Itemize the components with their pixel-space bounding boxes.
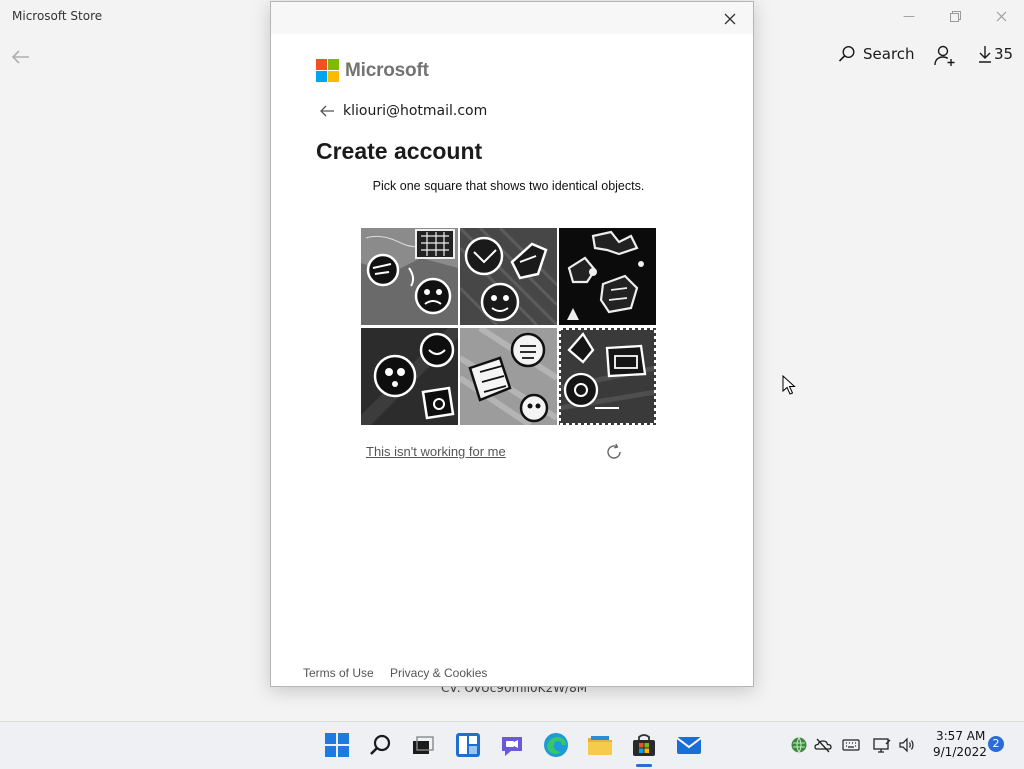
captcha-tile-2[interactable] bbox=[460, 228, 557, 325]
search-icon[interactable] bbox=[368, 732, 394, 758]
mouse-cursor-icon bbox=[782, 374, 796, 395]
search-button[interactable]: Search bbox=[838, 45, 915, 63]
microsoft-logo: Microsoft bbox=[316, 59, 429, 82]
search-label: Search bbox=[863, 45, 915, 63]
active-app-indicator bbox=[636, 764, 652, 767]
store-icon[interactable] bbox=[631, 732, 657, 758]
captcha-tile-5[interactable] bbox=[460, 328, 557, 425]
chat-icon[interactable] bbox=[499, 732, 525, 758]
downloads-count: 35 bbox=[994, 45, 1014, 63]
notification-badge[interactable]: 2 bbox=[988, 736, 1004, 752]
terms-of-use-link[interactable]: Terms of Use bbox=[303, 666, 374, 680]
add-account-icon[interactable] bbox=[933, 44, 957, 68]
dialog-title-bar bbox=[271, 2, 753, 34]
search-icon bbox=[838, 45, 855, 62]
refresh-icon[interactable] bbox=[604, 442, 624, 462]
volume-icon[interactable] bbox=[898, 736, 916, 754]
identity-email: kliouri@hotmail.com bbox=[343, 103, 488, 119]
captcha-tile-4[interactable] bbox=[361, 328, 458, 425]
identity-banner[interactable]: kliouri@hotmail.com bbox=[319, 103, 487, 119]
minimize-icon[interactable]: — bbox=[897, 6, 921, 26]
restore-icon[interactable] bbox=[943, 6, 967, 26]
dialog-close-icon[interactable] bbox=[719, 8, 741, 30]
clock-date[interactable]: 9/1/2022 bbox=[933, 745, 987, 759]
microsoft-logo-icon bbox=[316, 59, 339, 82]
close-icon[interactable] bbox=[989, 6, 1013, 26]
create-account-dialog: Microsoft kliouri@hotmail.com Create acc… bbox=[270, 1, 754, 687]
captcha-tile-6[interactable] bbox=[559, 328, 656, 425]
download-icon bbox=[979, 46, 991, 63]
microsoft-logo-text: Microsoft bbox=[345, 59, 429, 81]
back-arrow-icon[interactable] bbox=[319, 104, 335, 118]
not-working-link[interactable]: This isn't working for me bbox=[366, 444, 506, 459]
clock-time[interactable]: 3:57 AM bbox=[936, 729, 985, 743]
display-network-icon[interactable] bbox=[873, 736, 891, 754]
captcha-grid bbox=[360, 227, 658, 427]
network-globe-icon[interactable] bbox=[790, 736, 808, 754]
widgets-icon[interactable] bbox=[455, 732, 481, 758]
task-view-icon[interactable] bbox=[410, 732, 436, 758]
file-explorer-icon[interactable] bbox=[587, 732, 613, 758]
privacy-cookies-link[interactable]: Privacy & Cookies bbox=[390, 666, 487, 680]
onedrive-offline-icon[interactable] bbox=[814, 736, 832, 754]
taskbar: 3:57 AM 9/1/2022 2 bbox=[0, 721, 1024, 769]
downloads-button[interactable]: 35 bbox=[978, 45, 1013, 63]
captcha-tile-3[interactable] bbox=[559, 228, 656, 325]
start-icon[interactable] bbox=[324, 732, 350, 758]
edge-icon[interactable] bbox=[543, 732, 569, 758]
keyboard-icon[interactable] bbox=[842, 736, 860, 754]
store-window-title: Microsoft Store bbox=[12, 9, 103, 23]
captcha-instruction: Pick one square that shows two identical… bbox=[372, 179, 645, 193]
page-title: Create account bbox=[316, 138, 483, 164]
captcha-tile-1[interactable] bbox=[361, 228, 458, 325]
mail-icon[interactable] bbox=[676, 732, 702, 758]
back-arrow-icon[interactable] bbox=[10, 46, 32, 68]
